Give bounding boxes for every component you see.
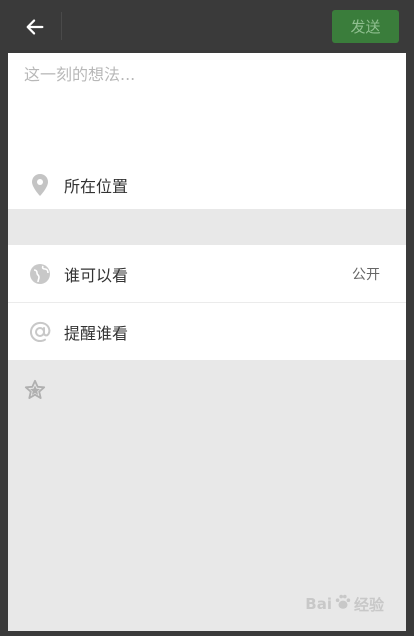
location-pin-icon (28, 173, 52, 197)
at-sign-icon (28, 320, 52, 344)
watermark-text-right: 经验 (353, 595, 384, 614)
options-panel: 谁可以看 公开 提醒谁看 (8, 245, 406, 360)
thoughts-input[interactable] (24, 61, 394, 151)
back-button[interactable] (12, 10, 60, 44)
location-row[interactable]: 所在位置 (8, 161, 406, 209)
location-label: 所在位置 (64, 177, 129, 196)
baidu-paw-icon (334, 593, 352, 615)
mention-row[interactable]: 提醒谁看 (8, 303, 406, 360)
mention-label: 提醒谁看 (64, 323, 129, 343)
baidu-watermark: Bai 经验 (305, 593, 384, 615)
post-sheet: 所在位置 谁可以看 公开 提醒谁看 (8, 53, 406, 631)
top-bar: 发送 (0, 0, 414, 53)
visibility-row[interactable]: 谁可以看 公开 (8, 245, 406, 302)
visibility-value: 公开 (352, 266, 380, 283)
top-bar-divider (61, 12, 62, 40)
watermark-text-left: Bai (305, 595, 332, 613)
compose-area: 所在位置 (8, 53, 406, 209)
star-icon[interactable] (24, 379, 48, 403)
send-button[interactable]: 发送 (332, 10, 399, 43)
arrow-left-icon (26, 19, 44, 35)
visibility-label: 谁可以看 (64, 265, 129, 285)
globe-icon (28, 262, 52, 286)
